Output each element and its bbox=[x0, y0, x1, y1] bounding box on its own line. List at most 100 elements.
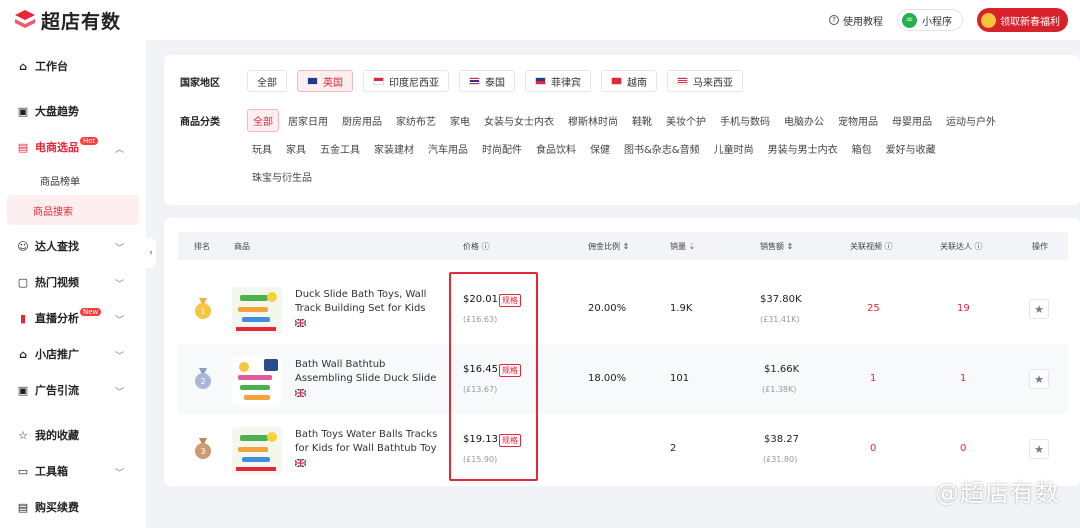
category-chip[interactable]: 时尚配件 bbox=[477, 138, 527, 159]
country-chip-vietnam[interactable]: 越南 bbox=[601, 70, 657, 92]
header-commission[interactable]: 佣金比例 ⇕ bbox=[588, 241, 629, 252]
category-chip[interactable]: 儿童时尚 bbox=[709, 138, 759, 159]
favorite-star-icon[interactable]: ★ bbox=[1029, 369, 1049, 389]
sidebar-item-trend[interactable]: ▣ 大盘趋势 bbox=[0, 93, 146, 129]
help-link[interactable]: ? 使用教程 bbox=[829, 13, 883, 28]
sidebar-item-product-selection[interactable]: ▤ 电商选品 Hot ︿ bbox=[0, 129, 146, 165]
brand-logo[interactable]: 超店有数 bbox=[14, 7, 121, 34]
category-chip[interactable]: 家装建材 bbox=[369, 138, 419, 159]
sidebar-item-favorites[interactable]: ☆ 我的收藏 bbox=[0, 417, 146, 453]
category-chip[interactable]: 爱好与收藏 bbox=[881, 138, 941, 159]
related-creators[interactable]: 1 bbox=[960, 373, 966, 384]
category-chip[interactable]: 电脑办公 bbox=[779, 110, 829, 131]
sidebar-item-ads[interactable]: ▣ 广告引流 ﹀ bbox=[0, 372, 146, 408]
related-creators[interactable]: 0 bbox=[960, 443, 966, 454]
sidebar-item-live[interactable]: ▮ 直播分析 New ﹀ bbox=[0, 300, 146, 336]
sidebar-sub-ranking[interactable]: 商品榜单 bbox=[7, 165, 139, 195]
favorite-star-icon[interactable]: ★ bbox=[1029, 299, 1049, 319]
category-chip[interactable]: 居家日用 bbox=[283, 110, 333, 131]
mini-program-button[interactable]: ∞ 小程序 bbox=[897, 9, 963, 31]
category-chip[interactable]: 家具 bbox=[281, 138, 311, 159]
table-row[interactable]: 1 Duck Slide Bath Toys, Wall Track Build… bbox=[178, 274, 1068, 344]
category-chip[interactable]: 图书&杂志&音频 bbox=[619, 138, 705, 159]
category-chip[interactable]: 全部 bbox=[247, 109, 279, 132]
header-revenue[interactable]: 销售额 ⇕ bbox=[760, 241, 793, 252]
header-price-label: 价格 bbox=[463, 242, 479, 251]
category-chip[interactable]: 女装与女士内衣 bbox=[479, 110, 559, 131]
favorite-star-icon[interactable]: ★ bbox=[1029, 439, 1049, 459]
uk-flag-icon bbox=[295, 389, 306, 397]
related-videos[interactable]: 0 bbox=[870, 443, 876, 454]
category-chip[interactable]: 厨房用品 bbox=[337, 110, 387, 131]
table-row[interactable]: 2 Bath Wall Bathtub Assembling Slide Duc… bbox=[178, 344, 1068, 414]
country-label: 国家地区 bbox=[180, 77, 220, 89]
uk-flag-icon bbox=[295, 459, 306, 467]
filter-panel: 国家地区 全部 英国 印度尼西亚 泰国 菲律宾 越南 马来西亚 商品分类 全部 … bbox=[164, 55, 1080, 205]
category-chip[interactable]: 穆斯林时尚 bbox=[563, 110, 623, 131]
category-chip[interactable]: 手机与数码 bbox=[715, 110, 775, 131]
commission-rate: 20.00% bbox=[588, 303, 627, 314]
country-chip-philippines[interactable]: 菲律宾 bbox=[525, 70, 591, 92]
header-creators[interactable]: 关联达人 ⓘ bbox=[940, 241, 983, 252]
category-chip[interactable]: 珠宝与衍生品 bbox=[247, 166, 317, 187]
product-name[interactable]: Duck Slide Bath Toys, Wall Track Buildin… bbox=[295, 288, 443, 316]
uk-flag-icon bbox=[307, 77, 318, 85]
category-chip[interactable]: 食品饮料 bbox=[531, 138, 581, 159]
product-name[interactable]: Bath Wall Bathtub Assembling Slide Duck … bbox=[295, 358, 443, 386]
product-table: 排名 商品 价格 ⓘ 佣金比例 ⇕ 销量 ⇣ 销售额 ⇕ 关联视频 ⓘ 关联达人… bbox=[164, 218, 1080, 486]
product-thumbnail[interactable] bbox=[232, 357, 282, 405]
header-videos[interactable]: 关联视频 ⓘ bbox=[850, 241, 893, 252]
sidebar-sub-search[interactable]: 商品搜索 bbox=[7, 195, 139, 225]
product-thumbnail[interactable] bbox=[232, 427, 282, 475]
country-chip-uk[interactable]: 英国 bbox=[297, 70, 353, 92]
sidebar-item-shop[interactable]: ⌂ 小店推广 ﹀ bbox=[0, 336, 146, 372]
trend-icon: ▣ bbox=[17, 104, 29, 118]
gold-medal-icon: 1 bbox=[195, 298, 211, 319]
revenue-usd: $1.66K bbox=[764, 364, 800, 375]
country-chip-indonesia[interactable]: 印度尼西亚 bbox=[363, 70, 449, 92]
category-chip[interactable]: 家纺布艺 bbox=[391, 110, 441, 131]
sidebar-item-videos[interactable]: ▢ 热门视频 ﹀ bbox=[0, 264, 146, 300]
bronze-medal-icon: 3 bbox=[195, 438, 211, 459]
product-thumbnail[interactable] bbox=[232, 287, 282, 335]
related-creators[interactable]: 19 bbox=[957, 303, 970, 314]
category-chip[interactable]: 五金工具 bbox=[315, 138, 365, 159]
thailand-flag-icon bbox=[469, 77, 480, 85]
country-chip-all[interactable]: 全部 bbox=[247, 70, 287, 92]
country-chip-malaysia[interactable]: 马来西亚 bbox=[667, 70, 743, 92]
header-rank: 排名 bbox=[194, 242, 210, 251]
category-chip[interactable]: 宠物用品 bbox=[833, 110, 883, 131]
gift-icon bbox=[981, 12, 996, 28]
category-chip[interactable]: 男装与男士内衣 bbox=[763, 138, 843, 159]
related-videos[interactable]: 1 bbox=[870, 373, 876, 384]
category-chip[interactable]: 箱包 bbox=[847, 138, 877, 159]
category-chip[interactable]: 玩具 bbox=[247, 138, 277, 159]
category-chip[interactable]: 汽车用品 bbox=[423, 138, 473, 159]
category-chip[interactable]: 鞋靴 bbox=[627, 110, 657, 131]
sidebar-item-purchase[interactable]: ▤ 购买续费 bbox=[0, 489, 146, 525]
category-chip[interactable]: 母婴用品 bbox=[887, 110, 937, 131]
sidebar-item-creators[interactable]: ☺ 达人查找 ﹀ bbox=[0, 228, 146, 264]
category-chip[interactable]: 保健 bbox=[585, 138, 615, 159]
header-sales[interactable]: 销量 ⇣ bbox=[670, 241, 695, 252]
header-price[interactable]: 价格 ⓘ bbox=[463, 241, 490, 252]
category-chip[interactable]: 美妆个护 bbox=[661, 110, 711, 131]
info-icon: ⓘ bbox=[884, 242, 893, 251]
sidebar-item-toolbox[interactable]: ▭ 工具箱 ﹀ bbox=[0, 453, 146, 489]
sidebar-item-workbench[interactable]: ⌂ 工作台 bbox=[0, 48, 146, 84]
related-videos[interactable]: 25 bbox=[867, 303, 880, 314]
category-filter-row-3: 珠宝与衍生品 bbox=[247, 166, 321, 187]
category-chip[interactable]: 运动与户外 bbox=[941, 110, 1001, 131]
country-filter: 国家地区 全部 英国 印度尼西亚 泰国 菲律宾 越南 马来西亚 bbox=[180, 70, 753, 92]
promo-button[interactable]: 领取新春福利 bbox=[977, 8, 1068, 32]
sidebar-collapse-button[interactable]: ‹ bbox=[146, 238, 156, 268]
sort-icon: ⇕ bbox=[622, 242, 630, 251]
sidebar-item-label: 小店推广 bbox=[35, 348, 79, 361]
video-icon: ▢ bbox=[17, 275, 29, 289]
country-chip-thailand[interactable]: 泰国 bbox=[459, 70, 515, 92]
people-icon: ☺ bbox=[17, 239, 29, 253]
star-icon: ☆ bbox=[18, 428, 28, 442]
category-chip[interactable]: 家电 bbox=[445, 110, 475, 131]
product-name[interactable]: Bath Toys Water Balls Tracks for Kids fo… bbox=[295, 428, 443, 456]
uk-flag-icon bbox=[295, 319, 306, 327]
